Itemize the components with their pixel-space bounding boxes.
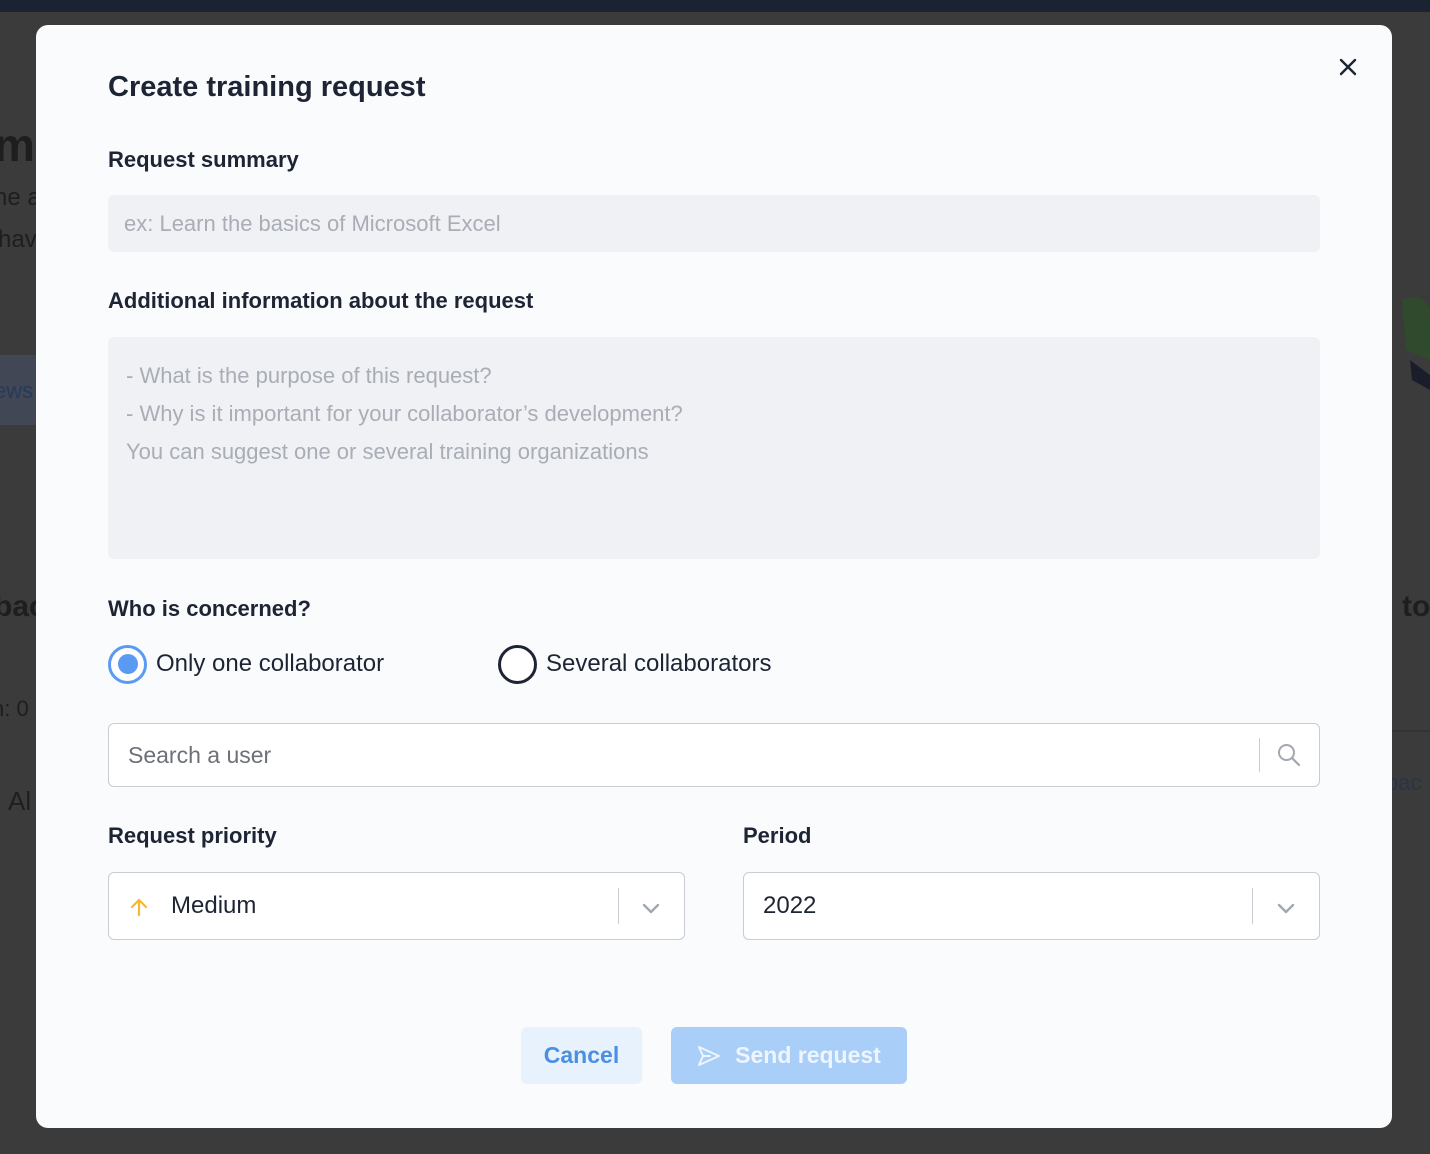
background-text: ews [0, 378, 34, 403]
request-summary-input[interactable] [108, 195, 1320, 252]
arrow-up-icon [130, 898, 148, 917]
chevron-down-icon[interactable] [1273, 895, 1299, 921]
period-select[interactable]: 2022 [743, 872, 1320, 940]
create-training-request-modal: Create training request Request summary … [36, 25, 1392, 1128]
modal-title: Create training request [108, 71, 426, 103]
background-text: to [1402, 590, 1430, 623]
additional-info-textarea[interactable] [108, 337, 1320, 559]
priority-select[interactable]: Medium [108, 872, 685, 940]
search-separator [1259, 738, 1260, 772]
background-illustration [1392, 280, 1430, 390]
request-summary-label: Request summary [108, 147, 299, 172]
background-divider [1392, 730, 1430, 732]
select-separator [618, 888, 619, 924]
select-separator [1252, 888, 1253, 924]
priority-value: Medium [171, 892, 257, 919]
close-button[interactable] [1334, 53, 1362, 81]
request-priority-label: Request priority [108, 823, 277, 848]
send-request-button[interactable]: Send request [671, 1027, 907, 1084]
background-text: ne a [0, 184, 41, 211]
radio-button-unselected[interactable] [498, 644, 537, 684]
radio-button-selected[interactable] [108, 644, 147, 684]
user-search-field[interactable] [108, 723, 1320, 787]
period-label: Period [743, 823, 812, 848]
radio-label: Several collaborators [546, 650, 772, 677]
send-request-label: Send request [735, 1042, 881, 1068]
background-text: Al [8, 786, 32, 816]
chevron-down-icon[interactable] [638, 895, 664, 921]
close-icon [1339, 58, 1357, 76]
radio-several-collaborators[interactable]: Several collaborators [498, 644, 771, 684]
cancel-button[interactable]: Cancel [521, 1027, 642, 1084]
radio-only-one-collaborator[interactable]: Only one collaborator [108, 644, 384, 684]
search-user-input[interactable] [109, 724, 1257, 786]
app-top-bar [0, 0, 1430, 12]
who-is-concerned-label: Who is concerned? [108, 596, 311, 621]
radio-label: Only one collaborator [156, 650, 385, 677]
additional-info-label: Additional information about the request [108, 288, 534, 313]
send-icon [698, 1045, 721, 1066]
radio-dot [117, 654, 138, 674]
search-icon[interactable] [1275, 741, 1303, 769]
background-text: hav [0, 226, 37, 253]
period-value: 2022 [763, 892, 817, 919]
background-text: n: 0 [0, 696, 29, 721]
